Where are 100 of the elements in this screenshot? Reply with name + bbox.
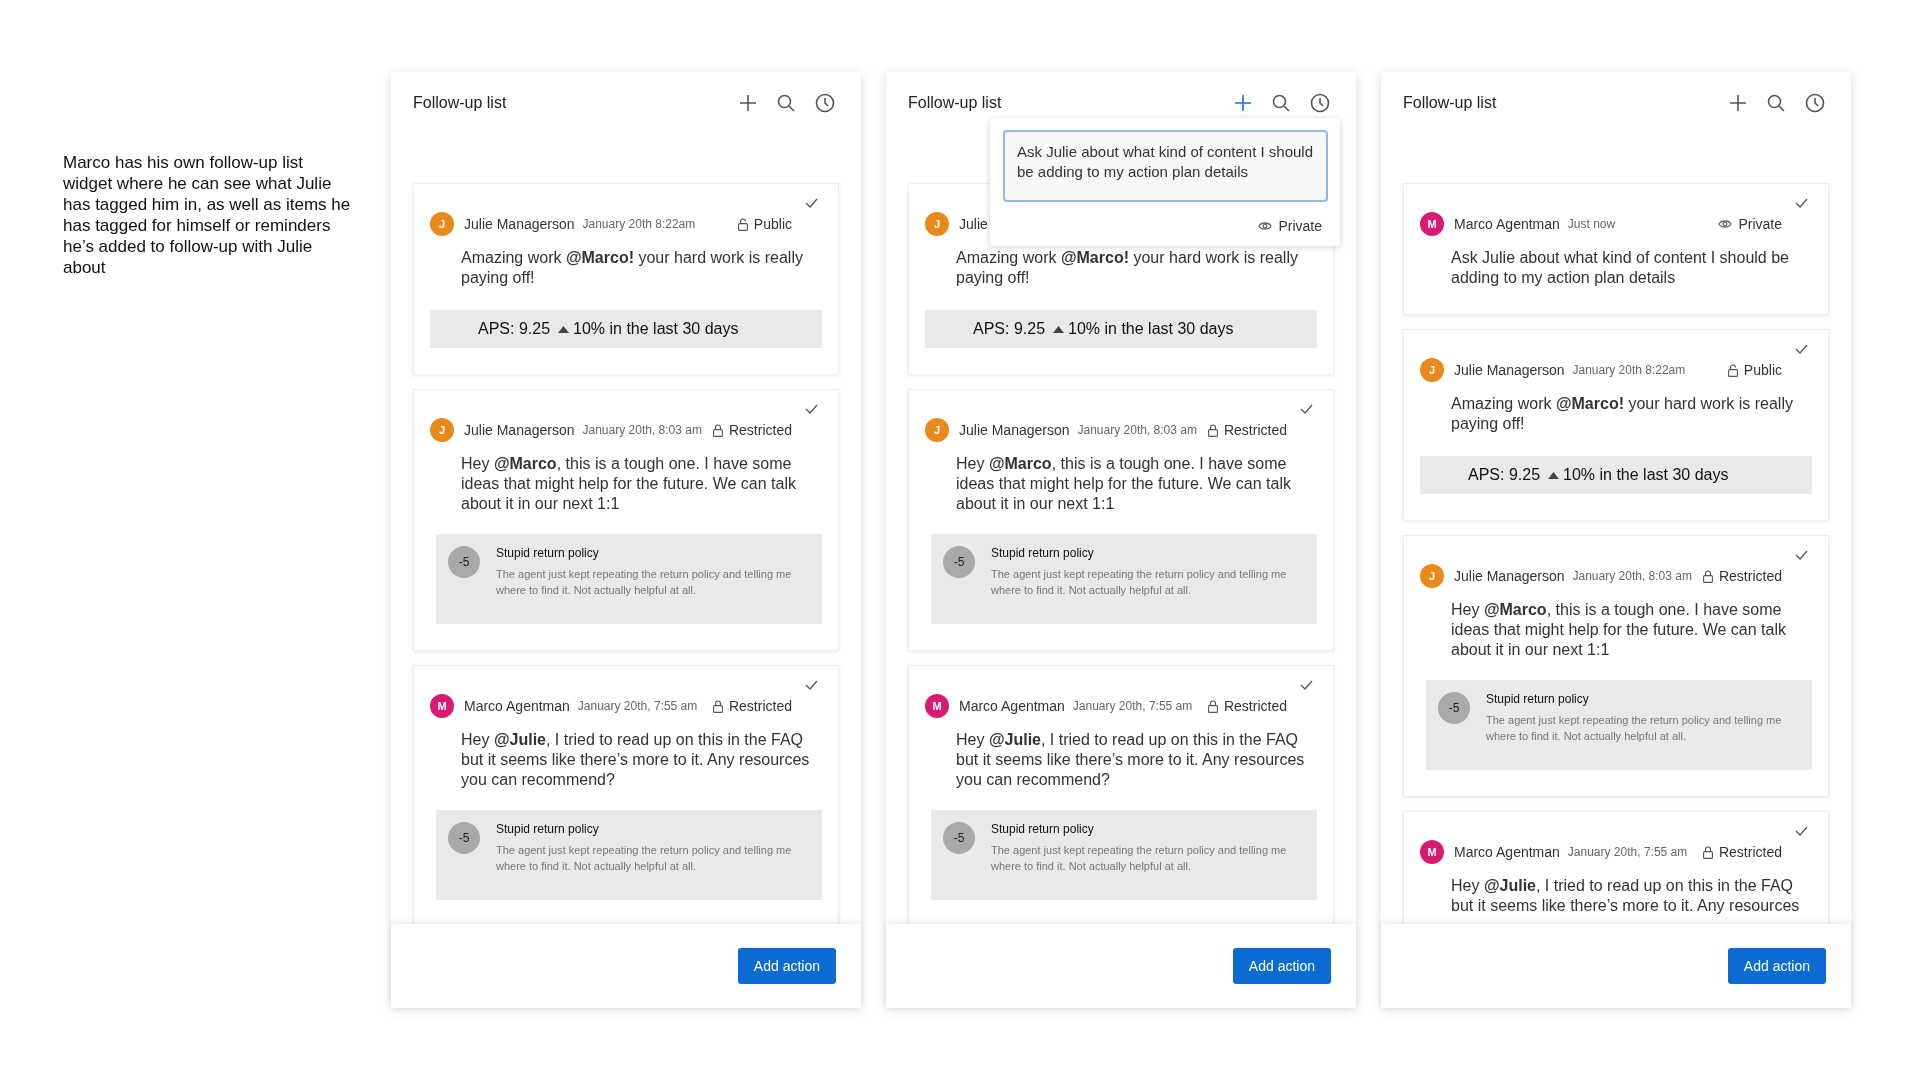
checkmark-icon[interactable]	[1795, 344, 1808, 354]
history-button[interactable]	[1805, 93, 1825, 113]
search-icon	[1767, 94, 1785, 112]
add-icon	[1729, 94, 1747, 112]
timestamp: January 20th, 7:55 am	[577, 699, 698, 713]
note-input-field[interactable]: Ask Julie about what kind of content I should be adding to my action plan details	[1003, 130, 1328, 202]
author-name: Marco Agentman	[464, 698, 570, 714]
feedback-title: Stupid return policy	[496, 822, 600, 836]
checkmark-icon[interactable]	[1300, 680, 1313, 690]
panel-title: Follow-up list	[1403, 94, 1498, 112]
search-icon	[1272, 94, 1290, 112]
history-button[interactable]	[815, 93, 835, 113]
checkmark-icon[interactable]	[1795, 550, 1808, 560]
timestamp: January 20th 8:22am	[582, 217, 696, 231]
message-text: Amazing work @Marco! your hard work is really paying off!	[461, 248, 804, 288]
checkmark-icon[interactable]	[805, 404, 818, 414]
checkmark-icon[interactable]	[805, 680, 818, 690]
timestamp: January 20th, 8:03 am	[1077, 423, 1197, 437]
checkmark-icon[interactable]	[1795, 826, 1808, 836]
padlock-icon	[1207, 699, 1218, 713]
search-button[interactable]	[1767, 94, 1785, 112]
feedback-text: The agent just kept repeating the return policy and telling me where to find it. Not actually helpful at all.	[1486, 713, 1783, 744]
avatar: J	[925, 212, 949, 236]
add-button[interactable]	[1234, 94, 1252, 112]
search-button[interactable]	[1272, 94, 1290, 112]
message-text: Hey @Julie, I tried to read up on this in the FAQ but it seems like there’s more to it. Any resources	[1451, 876, 1801, 916]
eye-icon	[1258, 221, 1273, 231]
checkmark-icon[interactable]	[1795, 198, 1808, 208]
visibility-label: Private	[1738, 216, 1782, 232]
score-badge: -5	[1438, 692, 1470, 724]
history-button[interactable]	[1310, 93, 1330, 113]
score-badge: -5	[448, 822, 480, 854]
search-button[interactable]	[777, 94, 795, 112]
avatar: M	[1420, 840, 1444, 864]
message-text: Amazing work @Marco! your hard work is really paying off!	[1451, 394, 1794, 434]
message-text: Hey @Julie, I tried to read up on this in the FAQ but it seems like there’s more to it. Any resources you can recommend?	[956, 730, 1306, 790]
visibility-label: Restricted	[1718, 844, 1782, 860]
feedback-title: Stupid return policy	[496, 546, 600, 560]
checkmark-icon[interactable]	[805, 198, 818, 208]
feedback-title: Stupid return policy	[1486, 692, 1590, 706]
add-button[interactable]	[739, 94, 757, 112]
unlocked-padlock-icon	[1727, 363, 1738, 377]
timestamp: January 20th, 8:03 am	[1572, 569, 1692, 583]
add-icon	[1234, 94, 1252, 112]
eye-icon	[1718, 219, 1733, 229]
feedback-text: The agent just kept repeating the return policy and telling me where to find it. Not actually helpful at all.	[991, 567, 1288, 598]
metric-value: APS: 9.25	[973, 320, 1046, 338]
up-triangle-icon	[1053, 325, 1065, 333]
avatar: M	[1420, 212, 1444, 236]
panel-title: Follow-up list	[413, 94, 508, 112]
message-text: Amazing work @Marco! your hard work is really paying off!	[956, 248, 1299, 288]
add-action-button[interactable]: Add action	[1232, 948, 1331, 984]
score-badge: -5	[943, 822, 975, 854]
avatar: J	[1420, 564, 1444, 588]
visibility-label: Restricted	[728, 698, 792, 714]
author-name: Julie Managerson	[1454, 362, 1565, 378]
up-triangle-icon	[558, 325, 570, 333]
feedback-title: Stupid return policy	[991, 546, 1095, 560]
add-button[interactable]	[1729, 94, 1747, 112]
unlocked-padlock-icon	[737, 217, 748, 231]
feedback-title: Stupid return policy	[991, 822, 1095, 836]
visibility-label: Restricted	[1223, 698, 1287, 714]
message-text: Hey @Julie, I tried to read up on this in the FAQ but it seems like there’s more to it. Any resources you can recommend?	[461, 730, 811, 790]
add-action-button[interactable]: Add action	[737, 948, 836, 984]
clock-icon	[1310, 93, 1330, 113]
avatar: M	[925, 694, 949, 718]
clock-icon	[1805, 93, 1825, 113]
timestamp: January 20th, 7:55 am	[1567, 845, 1688, 859]
author-name: Marco Agentman	[1454, 844, 1560, 860]
add-icon	[739, 94, 757, 112]
message-text: Hey @Marco, this is a tough one. I have some ideas that might help for the future. We can talk about it in our next 1:1	[1451, 600, 1787, 660]
message-text: Hey @Marco, this is a tough one. I have some ideas that might help for the future. We can talk about it in our next 1:1	[461, 454, 797, 514]
author-name: Julie	[959, 216, 988, 232]
metric-change: 10% in the last 30 days	[1563, 466, 1729, 484]
checkmark-icon[interactable]	[1300, 404, 1313, 414]
add-action-button[interactable]: Add action	[1727, 948, 1826, 984]
visibility-label: Restricted	[1223, 422, 1287, 438]
visibility-label: Restricted	[728, 422, 792, 438]
timestamp: January 20th, 8:03 am	[582, 423, 702, 437]
visibility-label: Restricted	[1718, 568, 1782, 584]
score-badge: -5	[943, 546, 975, 578]
visibility-label: Public	[753, 216, 792, 232]
panel-title: Follow-up list	[908, 94, 1003, 112]
metric-change: 10% in the last 30 days	[573, 320, 739, 338]
avatar: M	[430, 694, 454, 718]
message-text: Hey @Marco, this is a tough one. I have some ideas that might help for the future. We can talk about it in our next 1:1	[956, 454, 1292, 514]
avatar: J	[430, 212, 454, 236]
message-text: Ask Julie about what kind of content I should be adding to my action plan details	[1451, 248, 1790, 288]
metric-value: APS: 9.25	[478, 320, 551, 338]
avatar: J	[1420, 358, 1444, 382]
visibility-label: Private	[1278, 218, 1322, 234]
up-triangle-icon	[1548, 471, 1560, 479]
search-icon	[777, 94, 795, 112]
timestamp: January 20th, 7:55 am	[1072, 699, 1193, 713]
score-badge: -5	[448, 546, 480, 578]
metric-value: APS: 9.25	[1468, 466, 1541, 484]
timestamp: January 20th 8:22am	[1572, 363, 1686, 377]
feedback-text: The agent just kept repeating the return policy and telling me where to find it. Not actually helpful at all.	[496, 567, 793, 598]
description-text: Marco has his own follow-up list widget where he can see what Julie has tagged him in, as well as items he has tagged for himself or reminders he’s added to follow-up with Julie about	[63, 152, 352, 279]
avatar: J	[430, 418, 454, 442]
